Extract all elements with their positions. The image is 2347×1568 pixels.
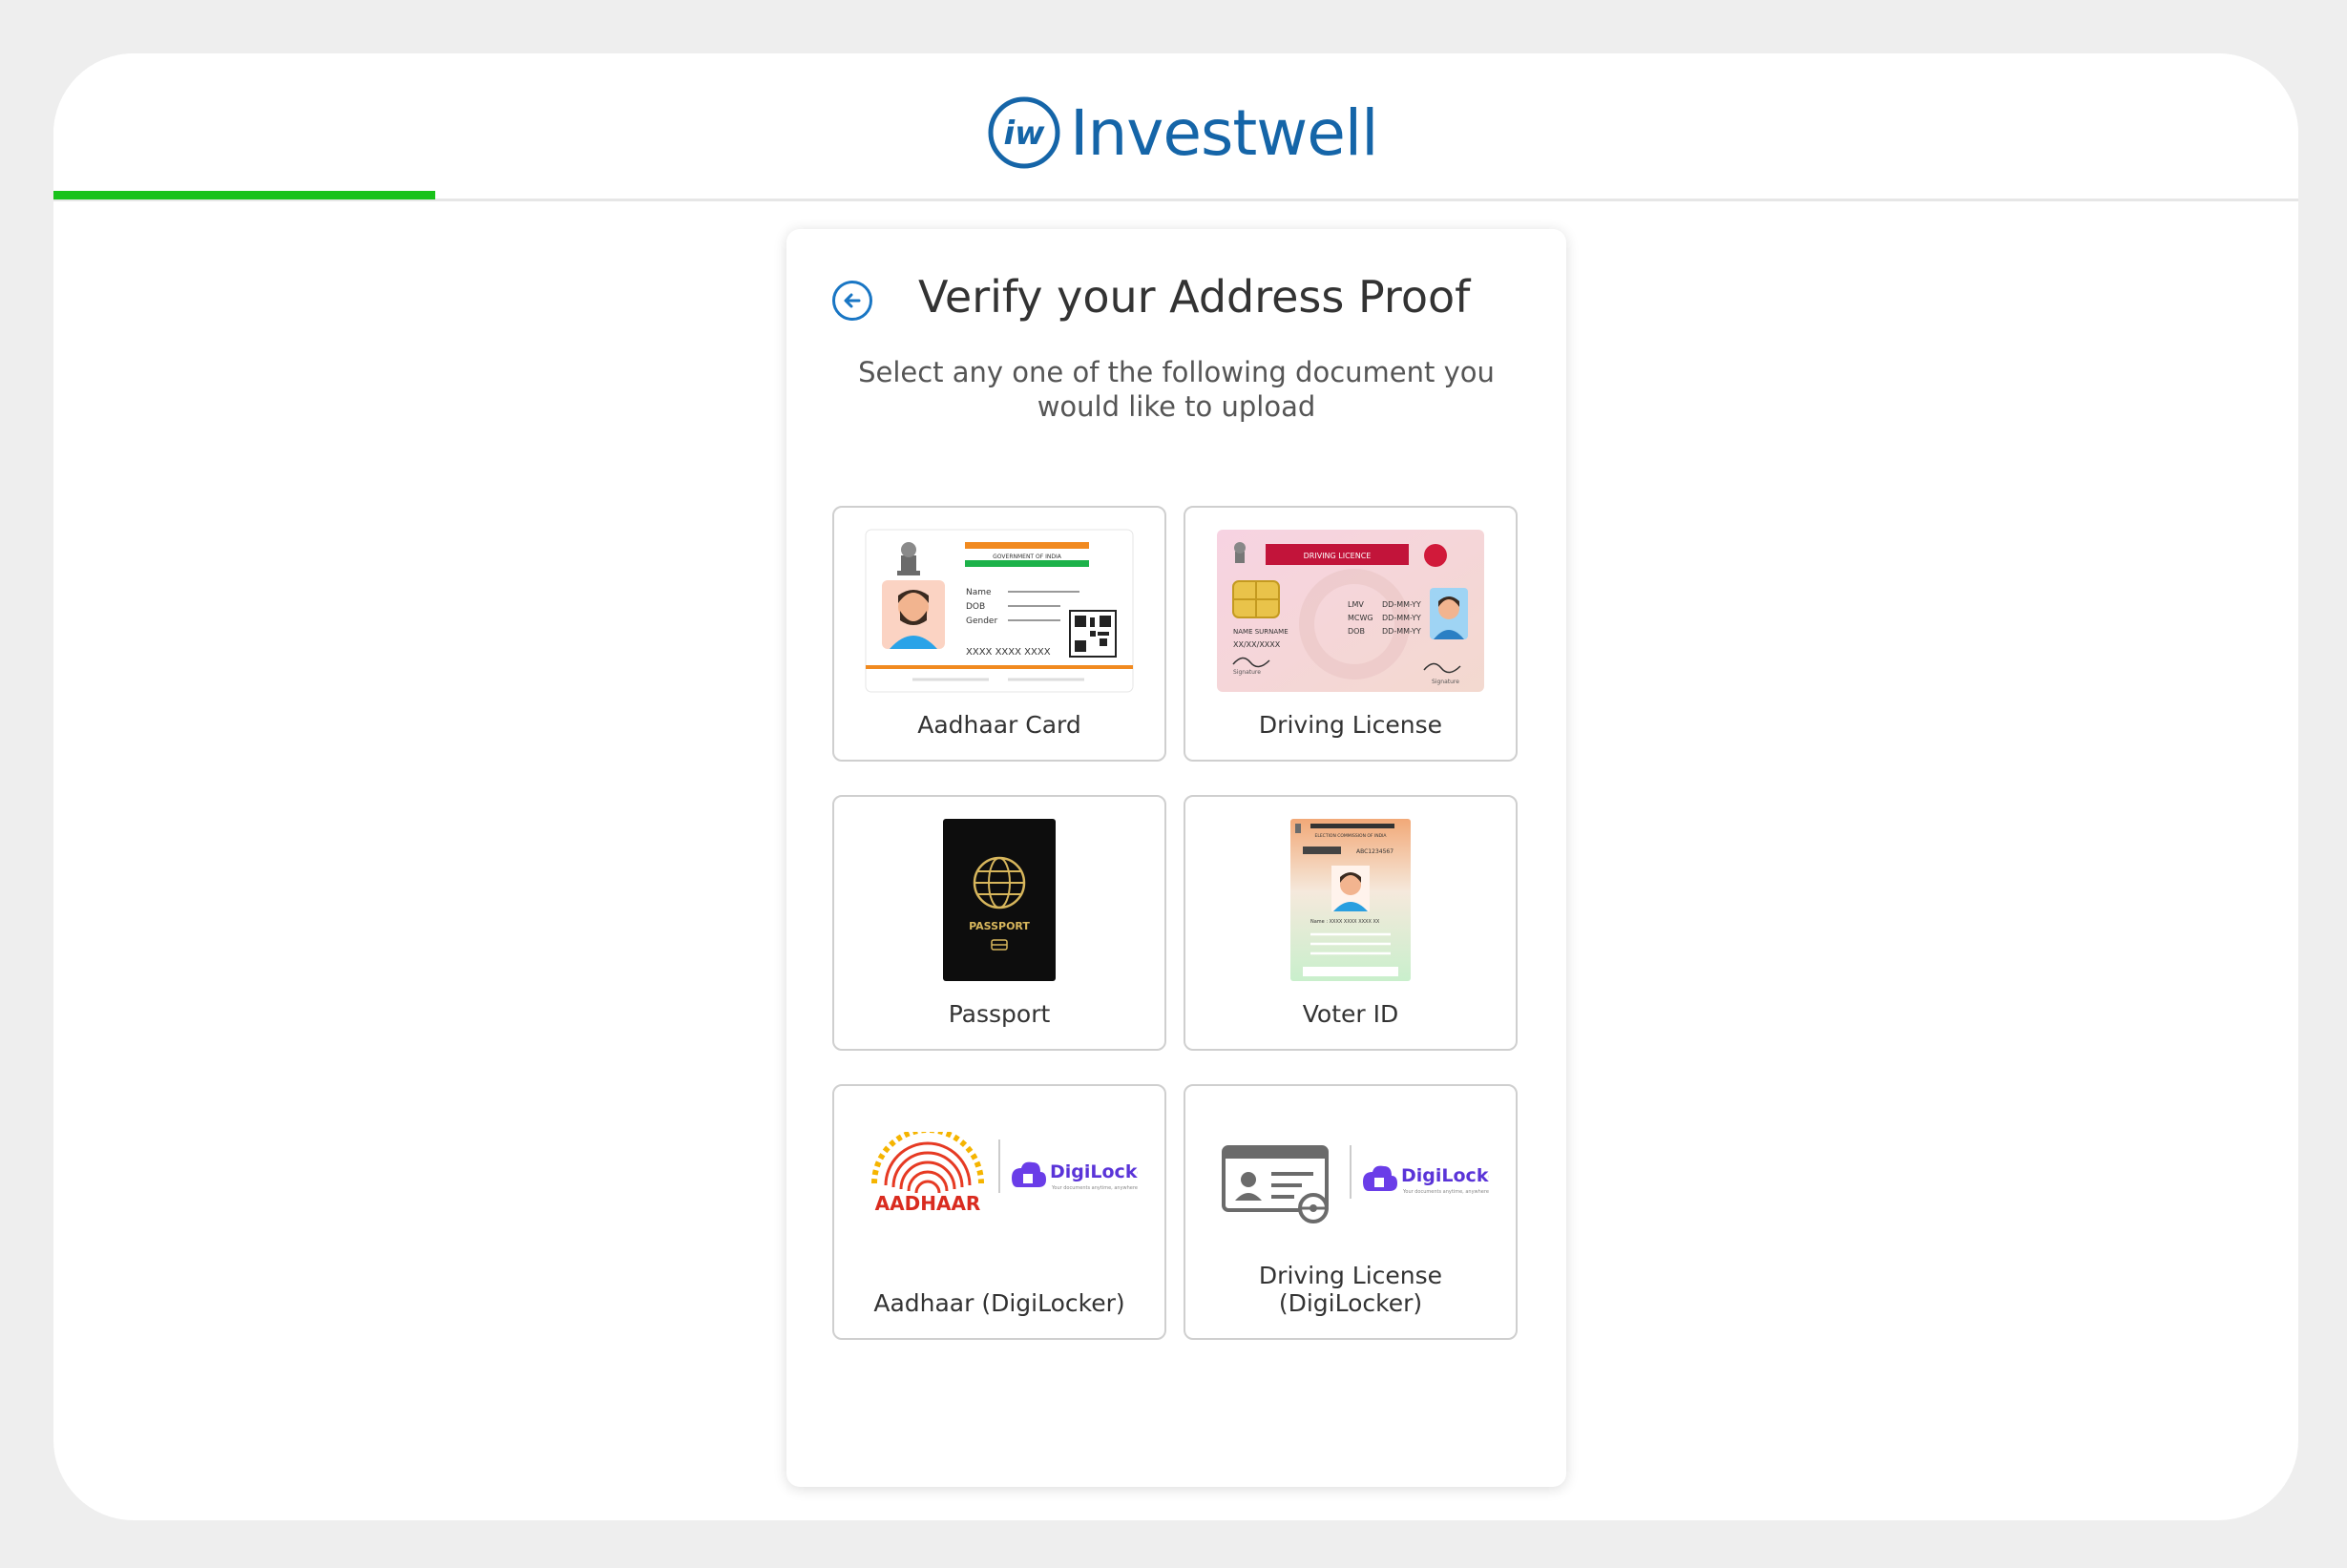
- svg-text:Your documents anytime, anywhe: Your documents anytime, anywhere: [1402, 1189, 1489, 1195]
- aadhaar-card-image: GOVERNMENT OF INDIA Name DOB Gender XXXX…: [865, 529, 1134, 693]
- document-option-aadhaar-card[interactable]: GOVERNMENT OF INDIA Name DOB Gender XXXX…: [832, 506, 1166, 762]
- svg-text:Signature: Signature: [1233, 669, 1261, 676]
- svg-text:XX/XX/XXXX: XX/XX/XXXX: [1233, 640, 1281, 649]
- driving-license-image: DRIVING LICENCE LMV MCWG DOB DD-MM-YY DD…: [1217, 530, 1484, 692]
- svg-text:DRIVING LICENCE: DRIVING LICENCE: [1304, 552, 1372, 560]
- license-digilocker-logo: DigiLocker Your documents anytime, anywh…: [1222, 1145, 1489, 1223]
- document-option-aadhaar-digilocker[interactable]: AADHAAR DigiLocker Your documents anytim…: [832, 1084, 1166, 1340]
- top-header: iw Investwell: [53, 53, 2298, 201]
- svg-text:AADHAAR: AADHAAR: [875, 1192, 981, 1215]
- svg-text:Your documents anytime, anywhe: Your documents anytime, anywhere: [1051, 1185, 1138, 1191]
- document-option-passport[interactable]: PASSPORT Passport: [832, 795, 1166, 1051]
- svg-text:ABC1234567: ABC1234567: [1356, 848, 1394, 855]
- svg-text:Name: Name: [966, 588, 992, 597]
- brand-name: Investwell: [1070, 95, 1378, 170]
- investwell-logo-icon: iw: [988, 96, 1060, 169]
- document-option-label: Voter ID: [1302, 1000, 1399, 1028]
- document-option-driving-license-digilocker[interactable]: DigiLocker Your documents anytime, anywh…: [1184, 1084, 1518, 1340]
- voter-id-image: ELECTION COMMISSION OF INDIA ABC1234567 …: [1290, 819, 1411, 981]
- svg-text:NAME SURNAME: NAME SURNAME: [1233, 628, 1289, 636]
- svg-text:ELECTION COMMISSION OF INDIA: ELECTION COMMISSION OF INDIA: [1314, 833, 1387, 839]
- aadhaar-digilocker-logo: AADHAAR DigiLocker Your documents anytim…: [871, 1132, 1138, 1215]
- svg-text:LMV: LMV: [1348, 600, 1364, 609]
- app-frame: iw Investwell Verify your Address Proof …: [53, 53, 2298, 1520]
- svg-text:DigiLocker: DigiLocker: [1050, 1161, 1138, 1182]
- svg-text:Signature: Signature: [1432, 679, 1459, 685]
- svg-text:MCWG: MCWG: [1348, 614, 1373, 622]
- document-option-label: Driving License: [1258, 711, 1443, 739]
- document-option-label: Driving License (DigiLocker): [1258, 1262, 1443, 1317]
- passport-image: PASSPORT: [943, 819, 1056, 981]
- progress-bar: [53, 191, 435, 199]
- document-option-driving-license[interactable]: DRIVING LICENCE LMV MCWG DOB DD-MM-YY DD…: [1184, 506, 1518, 762]
- svg-text:DigiLocker: DigiLocker: [1401, 1165, 1489, 1186]
- svg-text:DD-MM-YY: DD-MM-YY: [1382, 627, 1421, 636]
- back-button[interactable]: [832, 281, 872, 321]
- document-option-label: Passport: [948, 1000, 1051, 1028]
- address-proof-card: Verify your Address Proof Select any one…: [786, 229, 1566, 1487]
- svg-text:DOB: DOB: [966, 602, 985, 612]
- document-option-voter-id[interactable]: ELECTION COMMISSION OF INDIA ABC1234567 …: [1184, 795, 1518, 1051]
- svg-text:DD-MM-YY: DD-MM-YY: [1382, 600, 1421, 609]
- svg-text:DOB: DOB: [1348, 627, 1365, 636]
- document-option-label: Aadhaar Card: [917, 711, 1081, 739]
- svg-text:PASSPORT: PASSPORT: [969, 920, 1030, 932]
- svg-text:GOVERNMENT OF INDIA: GOVERNMENT OF INDIA: [993, 554, 1062, 560]
- svg-text:iw: iw: [1003, 115, 1045, 153]
- page-subtitle: Select any one of the following document…: [858, 356, 1495, 423]
- brand-logo: iw Investwell: [986, 90, 1378, 176]
- arrow-left-icon: [844, 293, 861, 308]
- svg-text:Gender: Gender: [966, 617, 997, 626]
- svg-text:DD-MM-YY: DD-MM-YY: [1382, 614, 1421, 622]
- svg-text:Name : XXXX XXXX XXXX XX: Name : XXXX XXXX XXXX XX: [1310, 919, 1380, 925]
- page-title: Verify your Address Proof: [918, 271, 1471, 323]
- svg-text:XXXX XXXX XXXX: XXXX XXXX XXXX: [966, 647, 1051, 658]
- document-option-label: Aadhaar (DigiLocker): [873, 1289, 1125, 1317]
